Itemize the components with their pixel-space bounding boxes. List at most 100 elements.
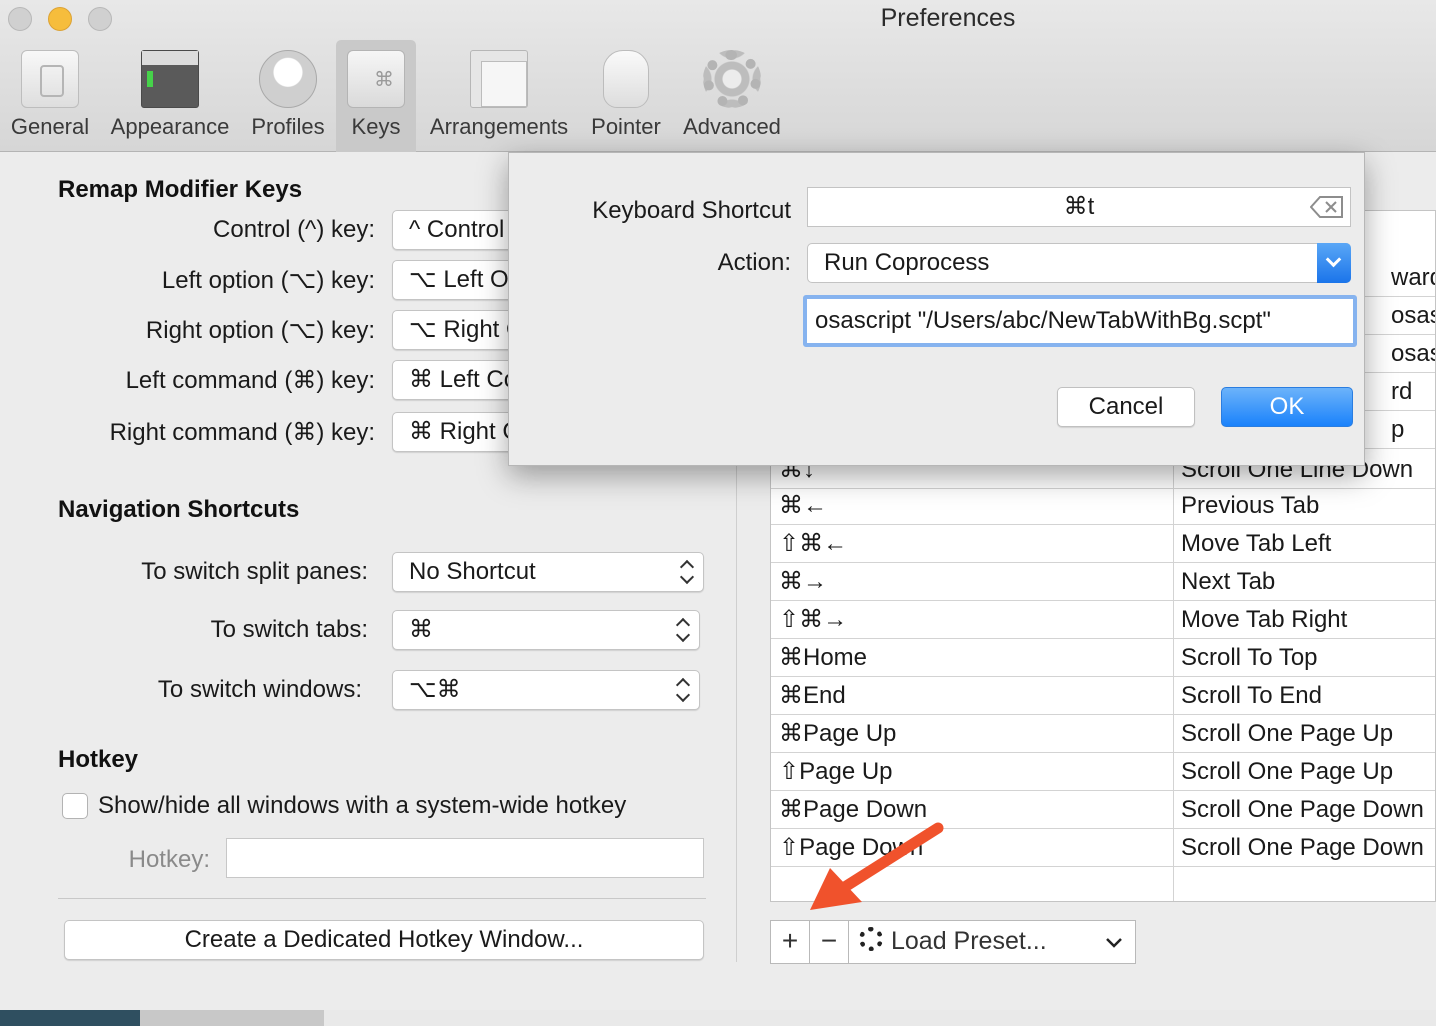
tab-keys[interactable]: ⌘ Keys [336, 40, 416, 152]
key-binding-sheet: Keyboard Shortcut ⌘t Action: Run Coproce… [508, 152, 1365, 466]
updown-chevron-icon [675, 615, 691, 645]
tab-pointer[interactable]: Pointer [584, 40, 668, 152]
remap-title: Remap Modifier Keys [58, 176, 303, 203]
action-cell: osas [1391, 340, 1435, 367]
tab-label: Keys [351, 114, 401, 139]
updown-chevron-icon [675, 675, 691, 705]
tab-profiles[interactable]: Profiles [244, 40, 332, 152]
window-title: Preferences [880, 4, 1016, 32]
hotkey-title: Hotkey [58, 746, 139, 773]
table-row[interactable]: ⌘← Previous Tab [771, 487, 1435, 525]
profiles-icon [259, 50, 317, 108]
appearance-icon [141, 50, 199, 108]
table-row[interactable]: ⇧Page Up Scroll One Page Up [771, 753, 1435, 791]
tab-appearance[interactable]: Appearance [104, 40, 236, 152]
tab-label: General [10, 114, 90, 139]
action-value: Run Coprocess [824, 249, 990, 276]
clear-shortcut-icon[interactable] [1310, 196, 1344, 218]
updown-chevron-icon [679, 557, 695, 587]
keyboard-shortcut-field[interactable]: ⌘t [807, 187, 1351, 227]
tab-label: Appearance [110, 114, 230, 139]
general-icon [21, 50, 79, 108]
action-cell: osas [1391, 302, 1435, 329]
add-binding-button[interactable]: + [770, 920, 810, 964]
key-cell: ⇧⌘← [779, 530, 848, 557]
popup-value: ⌥⌘ [409, 676, 461, 703]
gear-icon [703, 50, 761, 108]
switch-tabs-popup[interactable]: ⌘ [392, 610, 700, 650]
action-cell: Previous Tab [1181, 492, 1320, 519]
tab-label: Pointer [591, 114, 661, 139]
tab-label: Profiles [251, 114, 325, 139]
table-row[interactable]: ⌘Home Scroll To Top [771, 639, 1435, 677]
pointer-icon [603, 50, 649, 108]
switch-windows-popup[interactable]: ⌥⌘ [392, 670, 700, 710]
hotkey-field[interactable] [226, 838, 704, 878]
popup-value: No Shortcut [409, 558, 536, 585]
action-cell: Move Tab Left [1181, 530, 1332, 557]
action-popup[interactable]: Run Coprocess [807, 243, 1351, 283]
action-label: Action: [717, 249, 791, 276]
action-cell: Scroll One Page Up [1181, 758, 1394, 785]
key-cell: ⇧Page Up [779, 758, 893, 785]
tab-label: Advanced [683, 114, 781, 139]
pane-divider [736, 466, 737, 962]
remove-binding-button[interactable]: − [809, 920, 849, 964]
action-cell: Scroll To End [1181, 682, 1322, 709]
action-cell: p [1391, 416, 1405, 443]
strip-segment [324, 1010, 1436, 1026]
action-cell: Scroll One Page Down [1181, 834, 1424, 861]
tab-label: Arrangements [429, 114, 569, 139]
keys-icon: ⌘ [347, 50, 405, 108]
navigation-title: Navigation Shortcuts [58, 496, 300, 523]
control-key-label: Control (^) key: [213, 216, 375, 243]
title-bar: Preferences General Appearance Profiles … [0, 0, 1436, 152]
table-row[interactable]: ⌘End Scroll To End [771, 677, 1435, 715]
switch-panes-popup[interactable]: No Shortcut [392, 552, 704, 592]
load-preset-popup[interactable]: Load Preset... [848, 920, 1136, 964]
key-cell: ⌘Home [779, 644, 868, 671]
switch-panes-label: To switch split panes: [141, 558, 368, 585]
table-row[interactable]: ⌘→ Next Tab [771, 563, 1435, 601]
action-cell: ward [1391, 264, 1435, 291]
strip-segment [140, 1010, 324, 1026]
tab-advanced[interactable]: Advanced [676, 40, 788, 152]
table-row[interactable]: ⌘Page Up Scroll One Page Up [771, 715, 1435, 753]
key-cell: ⌘→ [779, 568, 827, 595]
gear-icon [859, 927, 883, 952]
chevron-down-icon [1106, 938, 1122, 948]
popup-value: ⌘ [409, 616, 433, 643]
action-cell: Scroll To Top [1181, 644, 1318, 671]
annotation-arrow-icon [810, 822, 944, 910]
tab-general[interactable]: General [4, 40, 96, 152]
key-cell: ⇧⌘→ [779, 606, 848, 633]
strip-segment [0, 1010, 140, 1026]
tab-arrangements[interactable]: Arrangements [422, 40, 576, 152]
switch-tabs-label: To switch tabs: [210, 616, 368, 643]
shortcut-label: Keyboard Shortcut [592, 197, 791, 224]
coprocess-command-field[interactable]: osascript "/Users/abc/NewTabWithBg.scpt" [803, 295, 1357, 347]
action-cell: Scroll One Page Down [1181, 796, 1424, 823]
key-cell: ⌘End [779, 682, 846, 709]
action-cell: Move Tab Right [1181, 606, 1348, 633]
hotkey-checkbox[interactable] [62, 793, 88, 819]
cancel-button[interactable]: Cancel [1057, 387, 1195, 427]
switch-windows-label: To switch windows: [157, 676, 362, 703]
ok-button[interactable]: OK [1221, 387, 1353, 427]
shortcut-value: ⌘t [1063, 193, 1095, 220]
table-row[interactable]: ⇧⌘← Move Tab Left [771, 525, 1435, 563]
left-option-key-label: Left option (⌥) key: [161, 267, 375, 294]
arrangements-icon [470, 50, 528, 108]
left-command-key-label: Left command (⌘) key: [125, 367, 375, 394]
action-cell: rd [1391, 378, 1413, 405]
hotkey-field-label: Hotkey: [128, 846, 210, 873]
right-command-key-label: Right command (⌘) key: [109, 419, 375, 446]
action-cell: Scroll One Page Up [1181, 720, 1394, 747]
load-preset-label: Load Preset... [891, 927, 1047, 955]
create-hotkey-window-button[interactable]: Create a Dedicated Hotkey Window... [64, 920, 704, 960]
desktop-strip [0, 1010, 1436, 1026]
table-row[interactable]: ⇧⌘→ Move Tab Right [771, 601, 1435, 639]
right-option-key-label: Right option (⌥) key: [145, 317, 375, 344]
key-cell: ⌘← [779, 492, 827, 519]
action-cell: Next Tab [1181, 568, 1276, 595]
